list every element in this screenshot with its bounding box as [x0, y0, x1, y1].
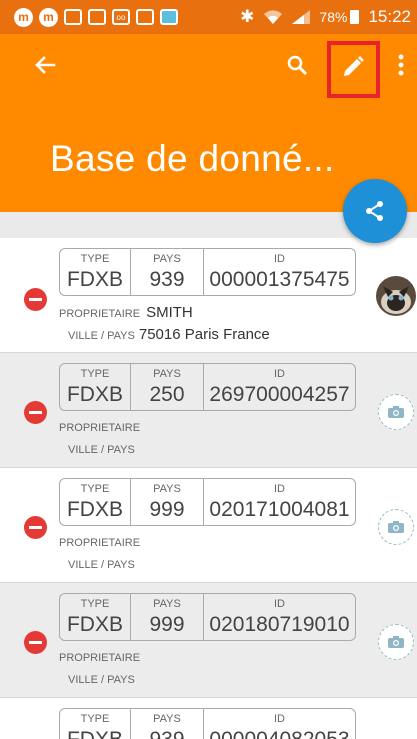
list-item[interactable]: TYPE FDXB PAYS 939 ID 000004082053	[0, 698, 417, 739]
add-photo-button[interactable]	[378, 509, 414, 545]
arrow-left-icon	[35, 56, 56, 74]
list-item[interactable]: TYPE FDXB PAYS 999 ID 020180719010 PROPRIET…	[0, 583, 417, 698]
app-notification-icon: m	[14, 7, 33, 27]
type-value: FDXB	[66, 383, 123, 406]
bluetooth-icon: ✱	[240, 7, 255, 26]
owner-label: PROPRIETAIRE	[59, 652, 141, 664]
cat-avatar[interactable]	[376, 276, 416, 316]
list-item[interactable]: TYPE FDXB PAYS 939 ID 000001375475 PROPRIET…	[0, 238, 417, 353]
share-button[interactable]	[343, 179, 407, 243]
add-photo-button[interactable]	[378, 394, 414, 430]
country-value: 250	[149, 383, 185, 406]
country-value: 999	[149, 498, 185, 521]
app-notification-icon	[160, 9, 178, 25]
notification-icons: m m oo	[14, 7, 178, 27]
search-button[interactable]	[282, 50, 312, 80]
id-value: 269700004257	[209, 383, 350, 406]
more-options-button[interactable]	[388, 50, 414, 80]
owner-label: PROPRIETAIRE	[59, 537, 141, 549]
id-caption: ID	[274, 253, 285, 265]
records-list[interactable]: TYPE FDXB PAYS 939 ID 000001375475 PROPRIET…	[0, 212, 417, 739]
country-caption: PAYS	[153, 253, 181, 265]
country-value: 939	[149, 268, 185, 291]
owner-value: SMITH	[146, 304, 193, 321]
remove-icon[interactable]	[24, 288, 47, 311]
identifier-box: TYPE FDXB PAYS 999 ID 020180719010	[59, 593, 356, 641]
page-title: Base de donné...	[50, 138, 335, 179]
app-screen: m m oo ✱ 78% 15:22 Base de donné... TYPE…	[0, 0, 417, 739]
camera-icon	[388, 636, 404, 648]
identifier-box: TYPE FDXB PAYS 939 ID 000004082053	[59, 708, 356, 739]
country-caption: PAYS	[153, 483, 181, 495]
type-caption: TYPE	[80, 713, 110, 725]
search-icon	[287, 55, 308, 76]
list-item[interactable]: TYPE FDXB PAYS 250 ID 269700004257 PROPRIET…	[0, 353, 417, 468]
id-caption: ID	[274, 598, 285, 610]
city-row: VILLE / PAYS 75016 Paris France	[68, 326, 270, 343]
camera-icon	[388, 521, 404, 533]
type-caption: TYPE	[80, 483, 110, 495]
id-value: 020180719010	[209, 613, 350, 636]
square-notification-icon	[88, 9, 106, 25]
wifi-icon	[264, 10, 283, 24]
country-value: 939	[131, 728, 203, 739]
battery-percent: 78%	[319, 9, 348, 25]
type-value: FDXB	[66, 613, 123, 636]
identifier-box: TYPE FDXB PAYS 250 ID 269700004257	[59, 363, 356, 411]
remove-icon[interactable]	[24, 516, 47, 539]
camera-icon	[388, 406, 404, 418]
type-caption: TYPE	[80, 368, 110, 380]
country-caption: PAYS	[153, 713, 181, 725]
id-value: 020171004081	[209, 498, 350, 521]
country-value: 999	[149, 613, 185, 636]
add-photo-button[interactable]	[378, 624, 414, 660]
type-value: FDXB	[60, 728, 130, 739]
list-item[interactable]: TYPE FDXB PAYS 999 ID 020171004081 PROPRIET…	[0, 468, 417, 583]
type-value: FDXB	[66, 268, 123, 291]
city-label: VILLE / PAYS	[68, 330, 135, 342]
edit-button-highlight	[327, 41, 380, 98]
city-label: VILLE / PAYS	[68, 674, 135, 686]
owner-label: PROPRIETAIRE	[59, 308, 141, 320]
status-bar: m m oo ✱ 78% 15:22	[0, 0, 417, 34]
remove-icon[interactable]	[24, 401, 47, 424]
city-label: VILLE / PAYS	[68, 559, 135, 571]
owner-row: PROPRIETAIRE SMITH	[59, 304, 193, 321]
battery-icon	[350, 10, 360, 24]
voicemail-icon: oo	[112, 9, 130, 25]
id-value: 000004082053	[204, 728, 355, 739]
id-caption: ID	[274, 483, 285, 495]
cat-photo	[376, 276, 416, 316]
share-icon	[366, 201, 383, 221]
id-value: 000001375475	[209, 268, 350, 291]
owner-label: PROPRIETAIRE	[59, 422, 141, 434]
id-caption: ID	[274, 713, 285, 725]
identifier-box: TYPE FDXB PAYS 939 ID 000001375475	[59, 248, 356, 296]
id-caption: ID	[274, 368, 285, 380]
signal-icon	[292, 10, 311, 24]
country-caption: PAYS	[153, 598, 181, 610]
clock: 15:22	[368, 7, 411, 26]
app-notification-icon: m	[39, 7, 58, 27]
type-value: FDXB	[66, 498, 123, 521]
back-button[interactable]	[30, 50, 60, 80]
image-notification-icon	[136, 9, 154, 25]
image-notification-icon	[64, 9, 82, 25]
remove-icon[interactable]	[24, 631, 47, 654]
type-caption: TYPE	[80, 598, 110, 610]
country-caption: PAYS	[153, 368, 181, 380]
more-vertical-icon	[398, 54, 404, 76]
city-value: 75016 Paris France	[138, 326, 270, 343]
city-label: VILLE / PAYS	[68, 444, 135, 456]
type-caption: TYPE	[80, 253, 110, 265]
identifier-box: TYPE FDXB PAYS 999 ID 020171004081	[59, 478, 356, 526]
